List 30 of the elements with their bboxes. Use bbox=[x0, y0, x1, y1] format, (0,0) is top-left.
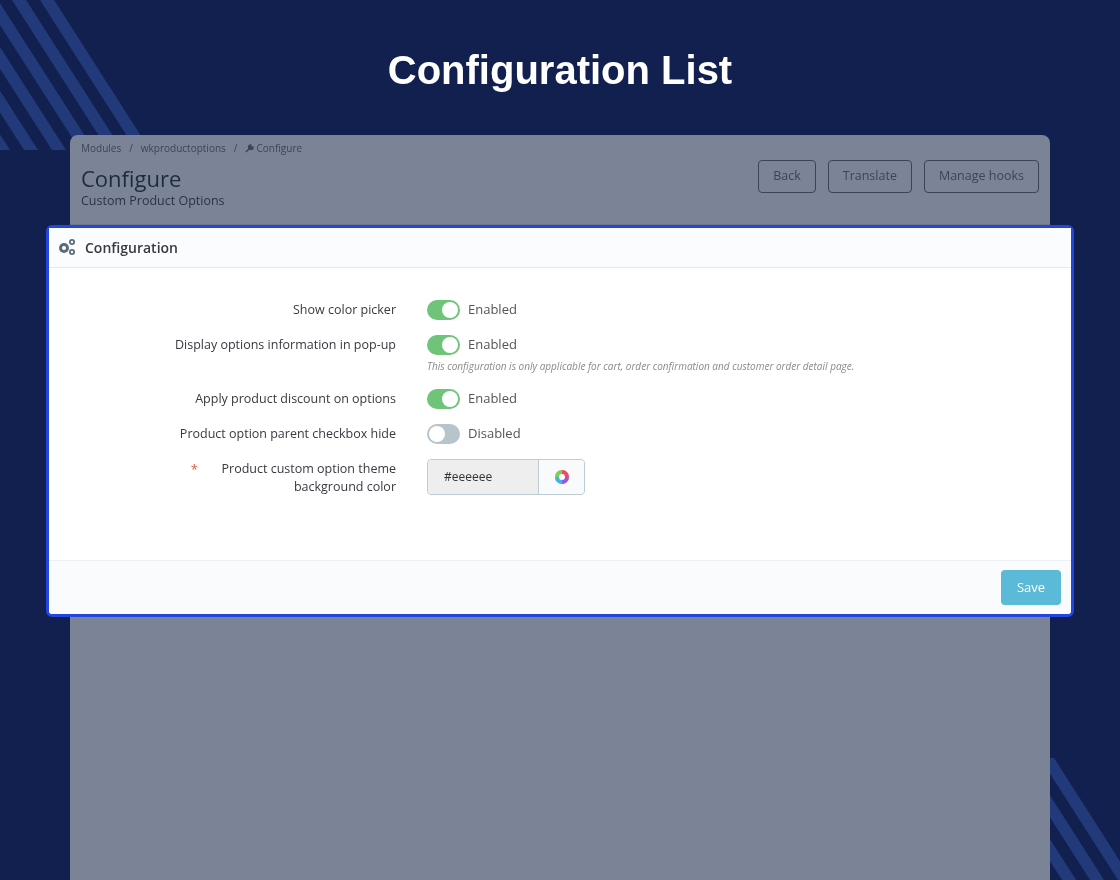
toggle-switch[interactable] bbox=[427, 299, 460, 320]
setting-label: Product option parent checkbox hide bbox=[179, 424, 396, 444]
wrench-icon bbox=[245, 144, 255, 153]
toggle-switch[interactable] bbox=[427, 334, 460, 355]
toggle-switch[interactable] bbox=[427, 388, 460, 409]
panel-title: Configuration bbox=[85, 236, 178, 258]
breadcrumb-current: Configure bbox=[256, 141, 303, 156]
required-asterisk: * bbox=[190, 459, 198, 480]
page-subtitle: Custom Product Options bbox=[81, 192, 226, 211]
toolbar-button[interactable]: Translate bbox=[827, 160, 912, 193]
save-button[interactable]: Save bbox=[1001, 569, 1061, 605]
toggle-status: Enabled bbox=[468, 335, 517, 355]
breadcrumb-link[interactable]: wkproductoptions bbox=[140, 141, 226, 156]
toggle-switch[interactable] bbox=[427, 423, 460, 444]
gears-icon bbox=[57, 238, 77, 257]
breadcrumb-separator: / bbox=[129, 141, 133, 156]
setting-label: Display options information in pop-up bbox=[174, 335, 396, 355]
breadcrumb-separator: / bbox=[233, 141, 238, 156]
toggle-status: Enabled bbox=[468, 300, 517, 320]
toggle-status: Enabled bbox=[468, 389, 517, 409]
toolbar-button[interactable]: Back bbox=[758, 160, 816, 193]
setting-label: Product custom option theme background color bbox=[220, 459, 396, 496]
toggle-status: Disabled bbox=[468, 424, 521, 444]
help-text: This configuration is only applicable for cart, order confirmation and customer order detail page. bbox=[427, 358, 855, 374]
toolbar-button[interactable]: Manage hooks bbox=[923, 160, 1039, 193]
page-title: Configuration List bbox=[387, 47, 733, 94]
setting-label: Apply product discount on options bbox=[195, 389, 396, 409]
setting-label: Show color picker bbox=[293, 300, 396, 320]
page-heading: Configure bbox=[81, 164, 183, 192]
breadcrumb-link[interactable]: Modules bbox=[81, 141, 122, 156]
